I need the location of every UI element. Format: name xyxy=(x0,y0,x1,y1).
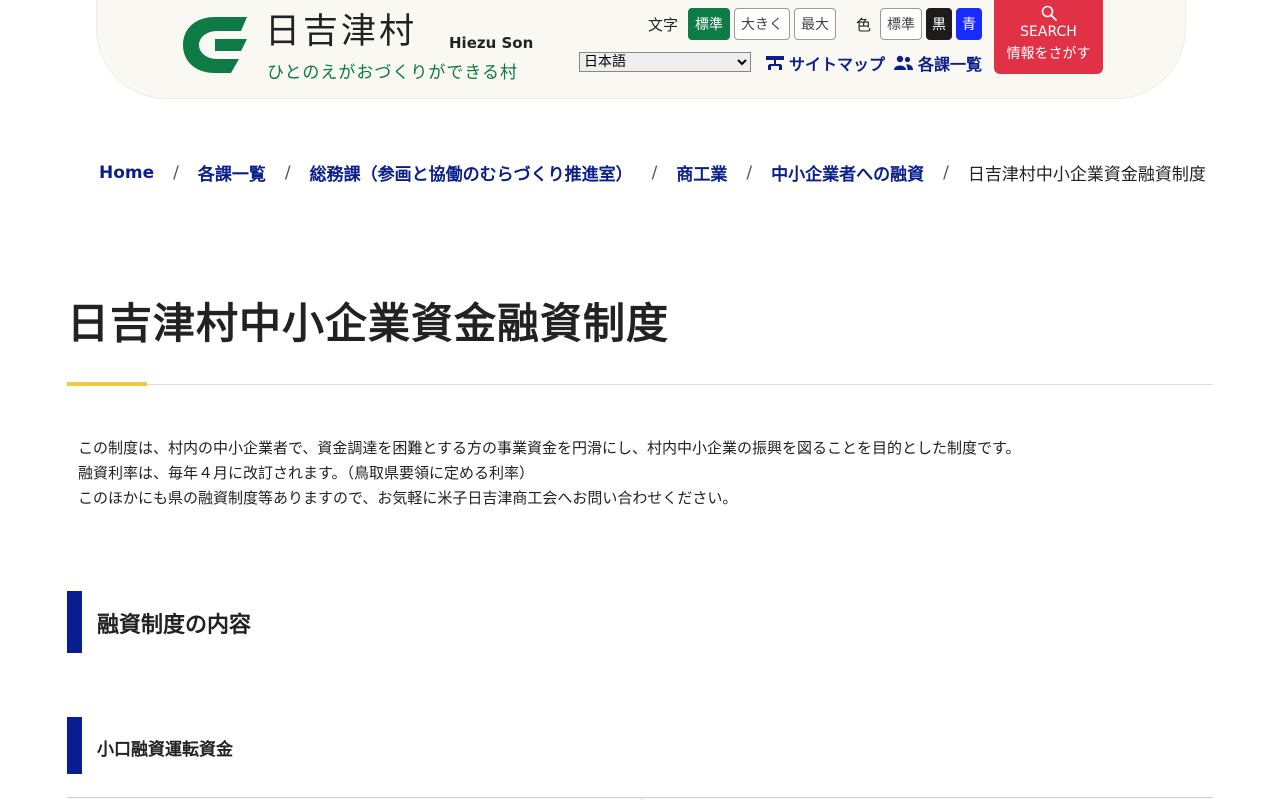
breadcrumb-home-link[interactable]: Home xyxy=(99,163,154,183)
sitemap-icon xyxy=(766,56,784,70)
text-size-large-button[interactable]: 大きく xyxy=(734,8,790,40)
section-heading-text: 融資制度の内容 xyxy=(97,613,252,638)
color-black-button[interactable]: 黒 xyxy=(926,8,952,40)
search-button[interactable]: SEARCH 情報をさがす xyxy=(994,0,1103,74)
breadcrumb-separator: / xyxy=(284,162,291,183)
text-size-max-button[interactable]: 最大 xyxy=(794,8,836,40)
tagline-part: づ xyxy=(374,63,393,83)
tagline-part: ひとの xyxy=(267,63,321,83)
sitemap-link[interactable]: サイトマップ xyxy=(766,51,885,75)
intro-paragraph: この制度は、村内の中小企業者で、資金調達を困難とする方の事業資金を円滑にし、村内… xyxy=(78,439,1021,457)
breadcrumb-separator: / xyxy=(651,162,658,183)
sitemap-label: サイトマップ xyxy=(789,55,886,74)
color-label: 色 xyxy=(856,16,872,34)
breadcrumb-separator: / xyxy=(943,162,949,183)
search-label: SEARCH xyxy=(1020,24,1077,40)
tagline-part: え xyxy=(320,63,339,83)
subsection-heading: 小口融資運転資金 xyxy=(67,717,467,774)
breadcrumb: Home / 各課一覧 / 総務課（参画と協働のむらづくり推進室） / 商工業 … xyxy=(99,160,1206,186)
tagline-part: 村 xyxy=(500,63,518,83)
site-tagline: ひとのえがおづくりができる村 xyxy=(267,58,518,83)
page-title: 日吉津村中小企業資金融資制度 xyxy=(67,299,670,348)
title-accent-bar xyxy=(67,382,147,386)
text-size-label: 文字 xyxy=(648,16,679,34)
title-divider xyxy=(67,384,1213,385)
intro-paragraph: このほかにも県の融資制度等ありますので、お気軽に米子日吉津商工会へお問い合わせく… xyxy=(78,489,738,507)
subsection-heading-text: 小口融資運転資金 xyxy=(97,740,233,760)
breadcrumb-commerce-link[interactable]: 商工業 xyxy=(676,160,727,185)
people-icon xyxy=(894,55,913,70)
breadcrumb-loans-link[interactable]: 中小企業者への融資 xyxy=(771,160,924,185)
search-sublabel: 情報をさがす xyxy=(1006,46,1091,62)
intro-text: この制度は、村内の中小企業者で、資金調達を困難とする方の事業資金を円滑にし、村内… xyxy=(78,436,1020,511)
language-select[interactable]: 日本語 xyxy=(579,52,751,72)
breadcrumb-separator: / xyxy=(173,162,179,183)
color-blue-button[interactable]: 青 xyxy=(956,8,982,40)
color-standard-button[interactable]: 標準 xyxy=(880,8,922,40)
departments-label: 各課一覧 xyxy=(918,55,983,74)
site-name-english: Hiezu Son xyxy=(449,34,534,52)
departments-link[interactable]: 各課一覧 xyxy=(894,51,982,75)
breadcrumb-departments-link[interactable]: 各課一覧 xyxy=(198,160,266,185)
breadcrumb-separator: / xyxy=(746,162,753,183)
tagline-part: がお xyxy=(338,63,375,83)
site-name[interactable]: 日吉津村 xyxy=(265,10,417,54)
heading-accent-bar xyxy=(67,591,82,653)
table-top-border xyxy=(67,797,1213,798)
intro-paragraph: 融資利率は、毎年４月に改訂されます。（鳥取県要領に定める利率） xyxy=(78,464,535,482)
section-heading: 融資制度の内容 xyxy=(67,591,467,653)
text-size-standard-button[interactable]: 標準 xyxy=(688,8,730,40)
tagline-part: くりができる xyxy=(392,63,500,83)
search-icon xyxy=(1041,5,1057,21)
village-logo-icon[interactable] xyxy=(181,11,251,75)
breadcrumb-current: 日吉津村中小企業資金融資制度 xyxy=(967,165,1206,185)
breadcrumb-general-affairs-link[interactable]: 総務課（参画と協働のむらづくり推進室） xyxy=(310,160,633,185)
heading-accent-bar xyxy=(67,717,82,774)
